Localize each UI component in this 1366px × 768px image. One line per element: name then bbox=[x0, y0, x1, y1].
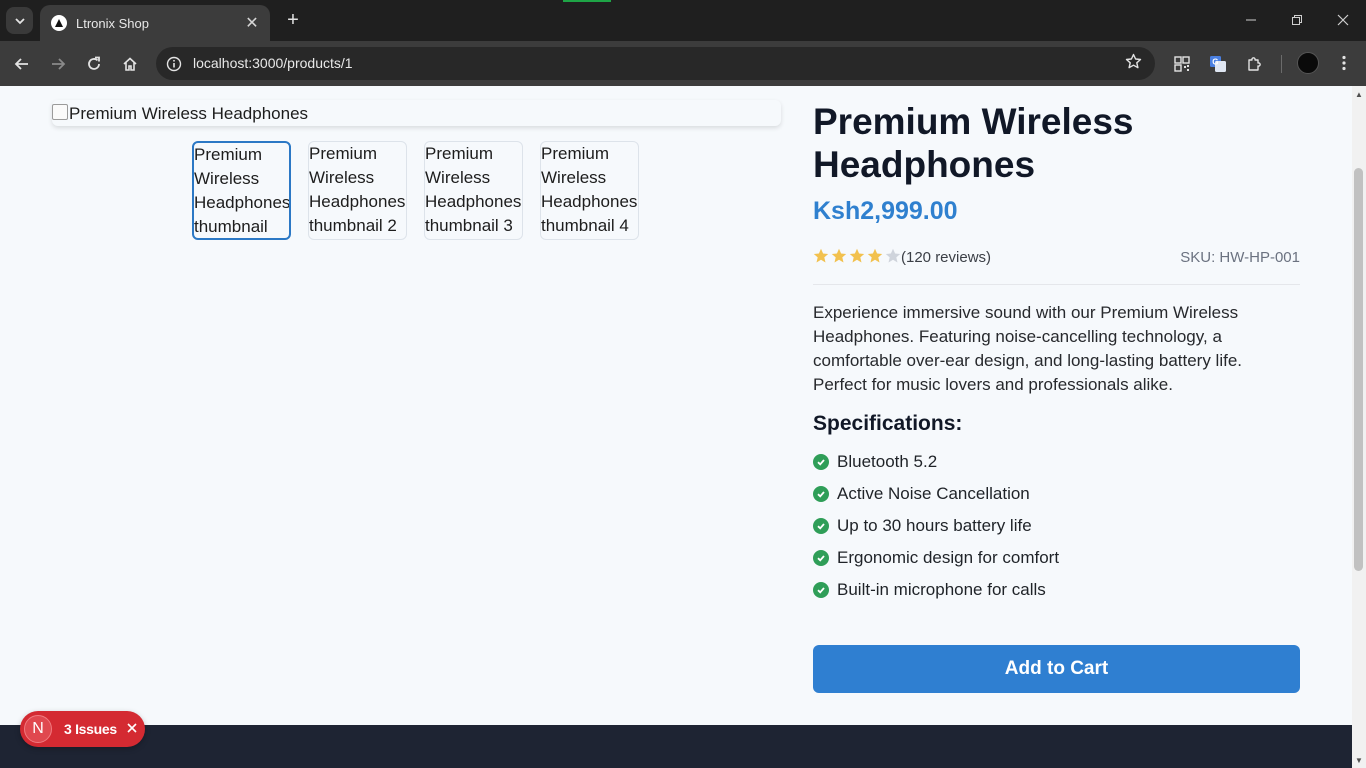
arrow-left-icon bbox=[14, 58, 28, 70]
star-filled-icon bbox=[849, 248, 865, 263]
scroll-up-arrow-icon[interactable]: ▲ bbox=[1355, 90, 1363, 99]
thumbnail-3[interactable]: Premium Wireless Headphones thumbnail 3 bbox=[424, 141, 523, 240]
info-icon[interactable] bbox=[163, 53, 184, 74]
chevron-down-icon bbox=[14, 17, 25, 24]
thumbnail-alt-text: Premium Wireless Headphones thumbnail 2 bbox=[309, 144, 406, 235]
scrollbar-thumb[interactable] bbox=[1354, 168, 1363, 571]
triangle-logo-icon bbox=[51, 15, 67, 31]
check-circle-icon bbox=[813, 454, 829, 470]
star-empty-icon bbox=[885, 248, 901, 263]
tab-search-button[interactable] bbox=[6, 7, 33, 34]
thumbnail-2[interactable]: Premium Wireless Headphones thumbnail 2 bbox=[308, 141, 407, 240]
list-item: Active Noise Cancellation bbox=[813, 478, 1059, 510]
page-scrollbar[interactable]: ▲ ▼ bbox=[1352, 86, 1366, 768]
star-icon[interactable] bbox=[1125, 53, 1142, 75]
restore-icon[interactable] bbox=[1287, 10, 1307, 30]
close-icon[interactable] bbox=[127, 720, 137, 738]
minimize-icon[interactable] bbox=[1241, 10, 1261, 30]
more-vert-icon[interactable] bbox=[1333, 52, 1355, 74]
check-circle-icon bbox=[813, 582, 829, 598]
window-close-icon[interactable] bbox=[1333, 10, 1353, 30]
star-filled-icon bbox=[867, 248, 883, 263]
back-button[interactable] bbox=[10, 52, 34, 76]
spec-label: Active Noise Cancellation bbox=[837, 484, 1030, 503]
close-icon[interactable]: ✕ bbox=[244, 13, 260, 33]
product-description: Experience immersive sound with our Prem… bbox=[813, 303, 1243, 394]
reload-button[interactable] bbox=[82, 52, 106, 76]
tab-strip-accent bbox=[563, 0, 611, 2]
toolbar-separator bbox=[1281, 55, 1282, 73]
home-icon bbox=[123, 57, 137, 71]
spec-label: Built-in microphone for calls bbox=[837, 580, 1046, 599]
scroll-down-arrow-icon[interactable]: ▼ bbox=[1355, 756, 1363, 765]
star-filled-icon bbox=[831, 248, 847, 263]
browser-tab[interactable]: Ltronix Shop ✕ bbox=[40, 5, 270, 41]
spec-label: Up to 30 hours battery life bbox=[837, 516, 1032, 535]
dev-issues-badge[interactable]: N 3 Issues bbox=[20, 711, 145, 747]
star-filled-icon bbox=[813, 248, 829, 263]
address-bar[interactable]: localhost:3000/products/1 bbox=[156, 47, 1155, 80]
thumbnail-4[interactable]: Premium Wireless Headphones thumbnail 4 bbox=[540, 141, 639, 240]
spec-label: Bluetooth 5.2 bbox=[837, 452, 938, 471]
forward-button[interactable] bbox=[46, 52, 70, 76]
broken-image-icon bbox=[52, 104, 68, 120]
browser-toolbar: localhost:3000/products/1 G bbox=[0, 41, 1366, 86]
thumbnail-alt-text: Premium Wireless Headphones thumbnail 4 bbox=[541, 144, 638, 235]
check-circle-icon bbox=[813, 550, 829, 566]
thumbnail-1[interactable]: Premium Wireless Headphones thumbnail bbox=[192, 141, 291, 240]
main-image-alt-text: Premium Wireless Headphones bbox=[69, 104, 309, 123]
review-count[interactable]: (120 reviews) bbox=[901, 249, 991, 266]
issues-count[interactable]: 3 Issues bbox=[64, 721, 117, 737]
check-circle-icon bbox=[813, 486, 829, 502]
page-viewport: Premium Wireless Headphones Premium Wire… bbox=[0, 86, 1352, 768]
add-to-cart-button[interactable]: Add to Cart bbox=[813, 645, 1300, 693]
tab-title: Ltronix Shop bbox=[76, 15, 149, 31]
qr-code-icon[interactable] bbox=[1171, 53, 1193, 75]
product-price: Ksh2,999.00 bbox=[813, 197, 958, 225]
specifications-heading: Specifications: bbox=[813, 412, 963, 435]
svg-text:G: G bbox=[1212, 58, 1218, 67]
puzzle-icon[interactable] bbox=[1243, 53, 1265, 75]
product-title: Premium Wireless Headphones bbox=[813, 101, 1134, 185]
reload-icon bbox=[88, 56, 100, 70]
rating-stars bbox=[813, 248, 903, 264]
main-product-image: Premium Wireless Headphones bbox=[52, 100, 781, 126]
list-item: Built-in microphone for calls bbox=[813, 574, 1059, 606]
tab-strip: Ltronix Shop ✕ + bbox=[0, 0, 1366, 41]
thumbnail-alt-text: Premium Wireless Headphones thumbnail bbox=[194, 145, 291, 236]
list-item: Up to 30 hours battery life bbox=[813, 510, 1059, 542]
home-button[interactable] bbox=[118, 52, 142, 76]
arrow-right-icon bbox=[52, 58, 66, 70]
translate-icon[interactable]: G bbox=[1207, 53, 1229, 75]
url-text[interactable]: localhost:3000/products/1 bbox=[193, 55, 353, 71]
divider bbox=[813, 284, 1300, 285]
thumbnail-alt-text: Premium Wireless Headphones thumbnail 3 bbox=[425, 144, 522, 235]
product-sku: SKU: HW-HP-001 bbox=[1180, 249, 1300, 266]
new-tab-button[interactable]: + bbox=[282, 9, 304, 31]
specifications-list: Bluetooth 5.2 Active Noise Cancellation … bbox=[813, 446, 1059, 606]
list-item: Bluetooth 5.2 bbox=[813, 446, 1059, 478]
page-footer bbox=[0, 725, 1352, 768]
list-item: Ergonomic design for comfort bbox=[813, 542, 1059, 574]
nextjs-logo-icon: N bbox=[24, 715, 52, 743]
avatar[interactable] bbox=[1297, 52, 1319, 74]
spec-label: Ergonomic design for comfort bbox=[837, 548, 1060, 567]
check-circle-icon bbox=[813, 518, 829, 534]
